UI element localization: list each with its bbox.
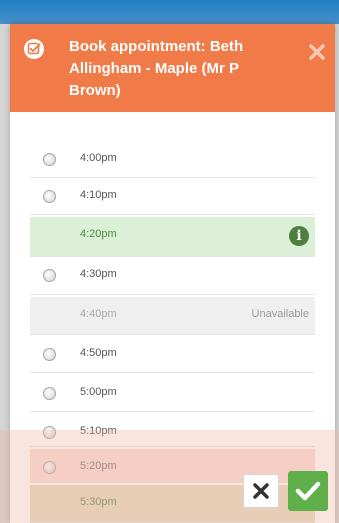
dialog-title: Book appointment: Beth Allingham - Maple…	[69, 38, 244, 99]
time-slot-row[interactable]: 5:00pm	[30, 375, 315, 412]
slot-radio[interactable]	[43, 387, 56, 400]
slot-time: 4:10pm	[80, 189, 117, 201]
slot-time: 5:20pm	[80, 460, 117, 472]
slot-time: 4:00pm	[80, 152, 117, 164]
time-slot-row[interactable]: 4:00pm	[30, 141, 315, 178]
confirm-button[interactable]	[288, 471, 328, 511]
slot-time: 5:10pm	[80, 425, 117, 437]
time-slot-row[interactable]: 4:50pm	[30, 336, 315, 373]
slot-time: 4:30pm	[80, 268, 117, 280]
time-slot-row: 4:40pm Unavailable	[30, 297, 315, 335]
slot-time: 4:20pm	[80, 228, 117, 240]
close-icon[interactable]	[307, 42, 327, 62]
dialog-header: Book appointment: Beth Allingham - Maple…	[10, 24, 335, 112]
cancel-button[interactable]	[243, 474, 279, 508]
slot-radio[interactable]	[43, 348, 56, 361]
slot-radio[interactable]	[43, 269, 56, 282]
checkbox-icon	[24, 39, 44, 59]
time-slot-row[interactable]: 5:10pm	[30, 414, 315, 447]
time-slot-row[interactable]: 4:30pm	[30, 257, 315, 295]
slot-time: 5:30pm	[80, 496, 117, 508]
browser-top-bar	[0, 0, 339, 24]
slot-status: Unavailable	[251, 308, 309, 320]
time-slot-row[interactable]: 4:20pm i	[30, 217, 315, 257]
slot-time: 5:00pm	[80, 386, 117, 398]
slot-time: 4:50pm	[80, 347, 117, 359]
info-icon[interactable]: i	[289, 226, 309, 246]
slot-radio[interactable]	[43, 190, 56, 203]
slot-radio[interactable]	[43, 461, 56, 474]
slot-radio[interactable]	[43, 426, 56, 439]
slot-radio[interactable]	[43, 153, 56, 166]
time-slot-row[interactable]: 4:10pm	[30, 178, 315, 215]
slot-time: 4:40pm	[80, 308, 117, 320]
